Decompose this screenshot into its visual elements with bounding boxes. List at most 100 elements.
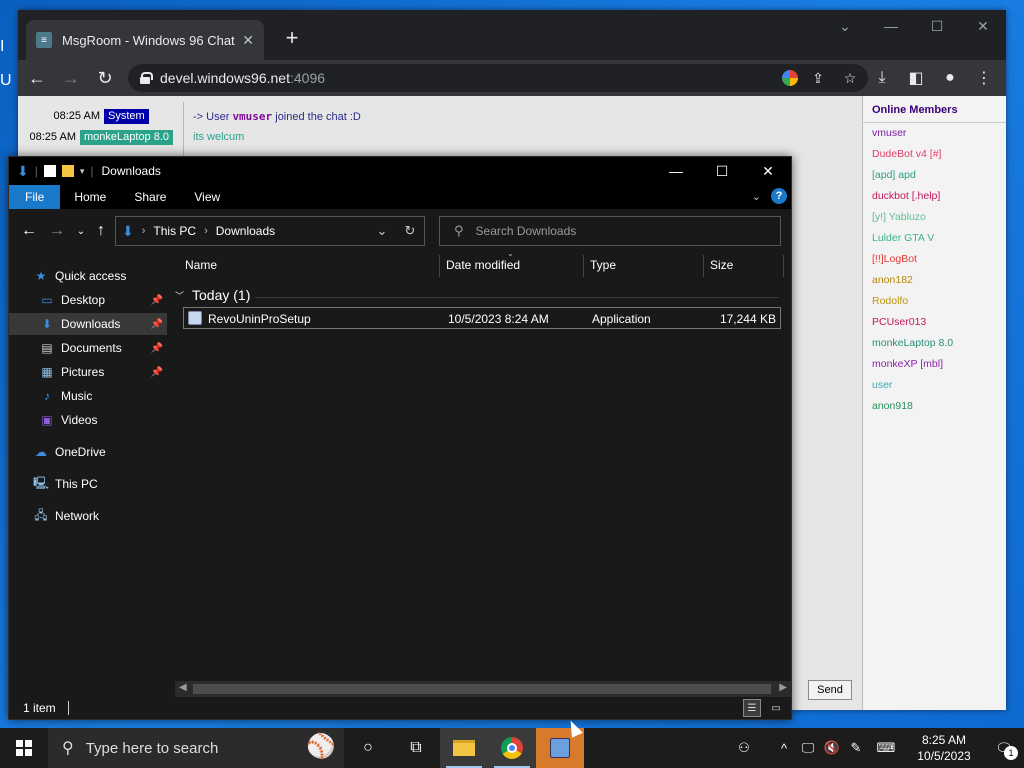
close-icon[interactable]: ✕: [745, 157, 791, 185]
pin-icon: 📌: [150, 366, 163, 378]
help-icon[interactable]: ?: [771, 188, 787, 204]
ribbon-tab-share[interactable]: Share: [120, 185, 180, 209]
taskbar-file-explorer[interactable]: [440, 728, 488, 768]
member-item[interactable]: duckbot [.help]: [863, 186, 1006, 207]
share-icon[interactable]: ⇪: [806, 66, 830, 90]
address-dropdown-icon[interactable]: ⌄: [368, 223, 396, 239]
cortana-icon[interactable]: ○: [344, 728, 392, 768]
properties-icon[interactable]: [43, 165, 56, 177]
ribbon-expand-chevron-icon[interactable]: ⌄: [752, 190, 761, 203]
bookmark-star-icon[interactable]: ☆: [838, 66, 862, 90]
recent-locations-chevron-icon[interactable]: ⌄: [71, 221, 91, 241]
member-item[interactable]: Rodolfo: [863, 291, 1006, 312]
network-icon[interactable]: 🖵: [796, 728, 820, 768]
nav-item-network[interactable]: 🖧 Network: [9, 505, 167, 527]
back-arrow-icon[interactable]: ←: [22, 63, 52, 93]
new-folder-icon[interactable]: [61, 165, 74, 177]
taskbar-clock[interactable]: 8:25 AM 10/5/2023: [904, 732, 984, 764]
action-center-icon[interactable]: 🗨 1: [984, 728, 1024, 768]
taskbar-search-box[interactable]: ⚲ Type here to search ⚾: [48, 728, 344, 768]
column-header-size[interactable]: Size: [704, 251, 782, 279]
ribbon-tab-home[interactable]: Home: [60, 185, 120, 209]
download-arrow-icon: ⬇: [122, 222, 134, 239]
explorer-address-bar[interactable]: ⬇ › This PC › Downloads ⌄ ↻: [115, 216, 425, 246]
chat-nick[interactable]: System: [104, 108, 149, 124]
file-row[interactable]: RevoUninProSetup 10/5/2023 8:24 AM Appli…: [183, 307, 781, 329]
volume-muted-icon[interactable]: 🔇: [820, 728, 844, 768]
profile-icon[interactable]: ●: [936, 63, 964, 93]
member-item[interactable]: anon918: [863, 396, 1006, 417]
close-icon[interactable]: ✕: [960, 10, 1006, 42]
reload-icon[interactable]: ↻: [90, 63, 120, 93]
member-item[interactable]: vmuser: [863, 123, 1006, 144]
tab-search-icon[interactable]: ⌄: [822, 10, 868, 42]
taskbar-chrome[interactable]: [488, 728, 536, 768]
member-item[interactable]: user: [863, 375, 1006, 396]
member-item[interactable]: [!!]LogBot: [863, 249, 1006, 270]
minimize-icon[interactable]: —: [868, 10, 914, 42]
forward-arrow-icon[interactable]: →: [47, 221, 67, 241]
people-icon[interactable]: ⚇: [732, 728, 756, 768]
browser-tab[interactable]: ≡ MsgRoom - Windows 96 Chat ✕: [26, 20, 264, 60]
breadcrumb-this-pc[interactable]: This PC: [153, 224, 196, 238]
address-bar[interactable]: devel.windows96.net:4096 ⇪ ☆: [128, 64, 868, 92]
nav-item-music[interactable]: ♪ Music: [9, 385, 167, 407]
column-header-name[interactable]: Name: [179, 251, 439, 279]
clock-time: 8:25 AM: [921, 733, 967, 747]
nav-item-this-pc[interactable]: 🖳 This PC: [9, 473, 167, 495]
google-lens-icon[interactable]: [782, 70, 798, 86]
pen-icon[interactable]: ✎: [844, 728, 868, 768]
side-panel-icon[interactable]: ◧: [902, 63, 930, 93]
send-button[interactable]: Send: [808, 680, 852, 700]
ribbon-tab-view[interactable]: View: [180, 185, 234, 209]
nav-item-videos[interactable]: ▣ Videos: [9, 409, 167, 431]
scroll-left-icon[interactable]: ◀: [179, 682, 187, 693]
tab-close-icon[interactable]: ✕: [242, 32, 254, 49]
search-placeholder: Search Downloads: [475, 224, 577, 238]
explorer-search-input[interactable]: ⚲ Search Downloads: [439, 216, 781, 246]
up-arrow-icon[interactable]: ↑: [91, 221, 111, 241]
chat-nick[interactable]: monkeLaptop 8.0: [80, 129, 174, 145]
maximize-icon[interactable]: ☐: [914, 10, 960, 42]
start-button[interactable]: [0, 728, 48, 768]
member-item[interactable]: [apd] apd: [863, 165, 1006, 186]
group-header-today[interactable]: ﹀ Today (1): [175, 287, 250, 303]
column-header-type[interactable]: Type: [584, 251, 702, 279]
breadcrumb-downloads[interactable]: Downloads: [216, 224, 275, 238]
keyboard-icon[interactable]: ⌨: [868, 728, 904, 768]
download-icon[interactable]: ⤓: [868, 63, 896, 93]
minimize-icon[interactable]: —: [653, 157, 699, 185]
back-arrow-icon[interactable]: ←: [19, 221, 39, 241]
new-tab-button[interactable]: +: [278, 24, 306, 52]
chat-message: its welcum: [193, 131, 245, 143]
scroll-right-icon[interactable]: ▶: [779, 682, 787, 693]
scrollbar-thumb[interactable]: [193, 684, 771, 694]
column-separator[interactable]: [783, 255, 784, 277]
member-item[interactable]: monkeLaptop 8.0: [863, 333, 1006, 354]
maximize-icon[interactable]: ☐: [699, 157, 745, 185]
nav-item-quick-access[interactable]: ★ Quick access: [9, 265, 167, 287]
member-item[interactable]: Lulder GTA V: [863, 228, 1006, 249]
refresh-icon[interactable]: ↻: [396, 223, 424, 239]
nav-item-onedrive[interactable]: ☁ OneDrive: [9, 441, 167, 463]
online-members-panel: Online Members vmuser DudeBot v4 [#] [apd]…: [862, 96, 1006, 710]
task-view-icon[interactable]: ⧉: [392, 728, 440, 768]
nav-item-pictures[interactable]: ▦ Pictures 📌: [9, 361, 167, 383]
member-item[interactable]: monkeXP [mbl]: [863, 354, 1006, 375]
large-icons-view-icon[interactable]: ▭: [767, 699, 785, 717]
forward-arrow-icon[interactable]: →: [56, 63, 86, 93]
member-item[interactable]: anon182: [863, 270, 1006, 291]
qat-dropdown-icon[interactable]: ▾: [80, 166, 85, 177]
nav-item-documents[interactable]: ▤ Documents 📌: [9, 337, 167, 359]
member-item[interactable]: [y!] Yabluzo: [863, 207, 1006, 228]
member-item[interactable]: PCUser013: [863, 312, 1006, 333]
nav-item-downloads[interactable]: ⬇ Downloads 📌: [9, 313, 167, 335]
horizontal-scrollbar[interactable]: ◀ ▶: [175, 681, 791, 697]
ribbon-tab-file[interactable]: File: [9, 185, 61, 209]
nav-item-desktop[interactable]: ▭ Desktop 📌: [9, 289, 167, 311]
hidden-icons-chevron-icon[interactable]: ^: [772, 728, 796, 768]
toolbar-separator: |: [34, 164, 38, 178]
member-item[interactable]: DudeBot v4 [#]: [863, 144, 1006, 165]
kebab-menu-icon[interactable]: ⋮: [970, 63, 998, 93]
details-view-icon[interactable]: ☰: [743, 699, 761, 717]
